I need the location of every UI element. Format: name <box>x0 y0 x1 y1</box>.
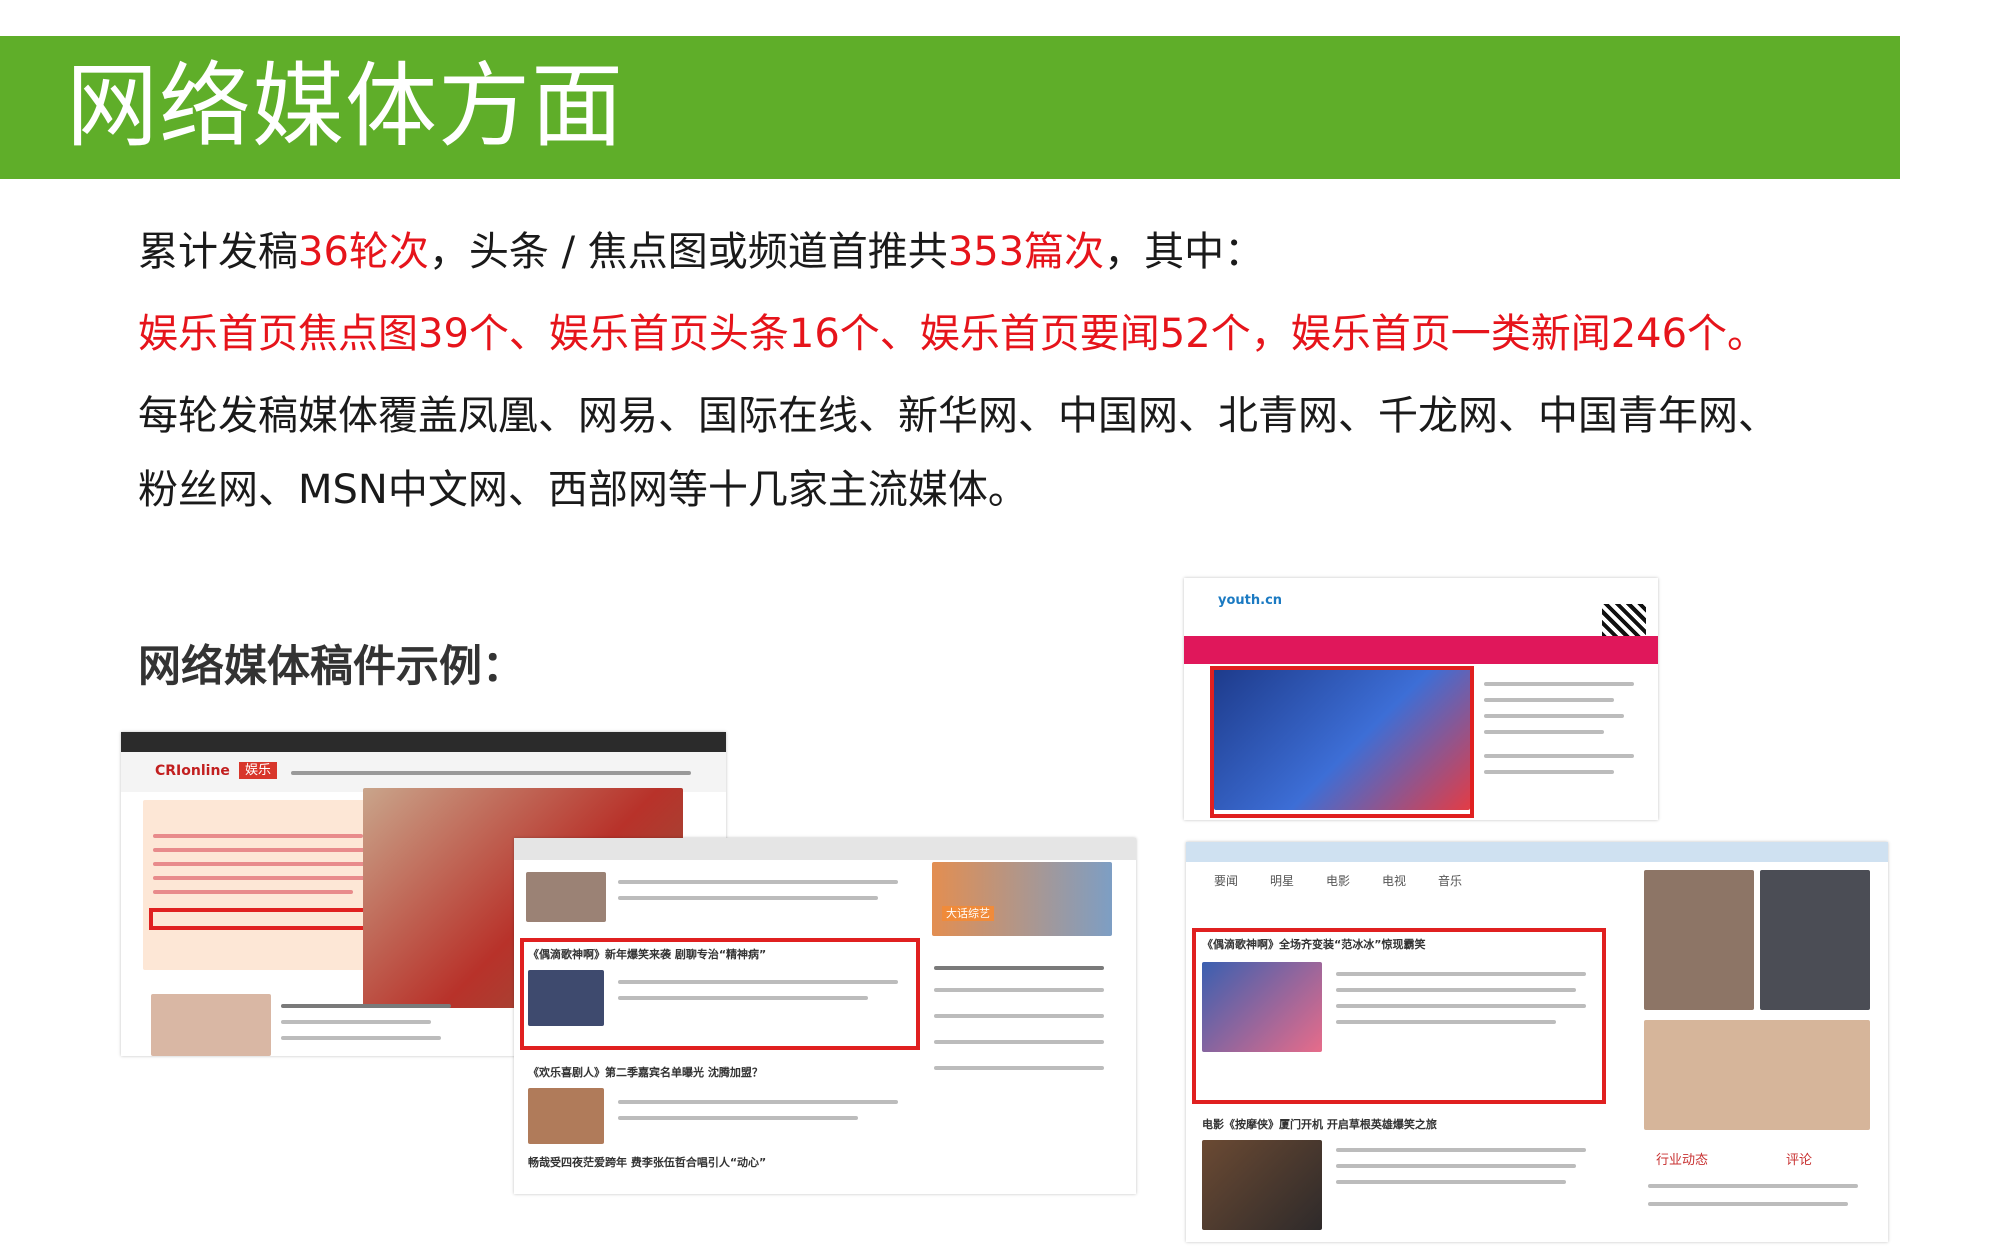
summary-line-2: 娱乐首页焦点图39个、娱乐首页头条16个、娱乐首页要闻52个，娱乐首页一类新闻2… <box>138 311 1768 357</box>
cri-top-nav <box>121 732 726 752</box>
example-screenshot-youth: youth.cn <box>1184 578 1658 820</box>
summary-line-4: 粉丝网、MSN中文网、西部网等十几家主流媒体。 <box>138 467 1028 513</box>
qq-tab-3: 电影 <box>1326 874 1351 888</box>
cri-tab: 娱乐 <box>239 762 278 779</box>
browser-tab-strip <box>1186 842 1888 862</box>
qq-sidebar-tab-2: 评论 <box>1786 1153 1813 1168</box>
cri-logo: CRIonline <box>155 763 230 779</box>
qq-sidebar-tab-1: 行业动态 <box>1656 1153 1709 1168</box>
example-screenshot-qq: 要闻 明星 电影 电视 音乐 《偶滴歌神啊》全场齐变装“范冰冰”惊现霸笑 电影《… <box>1186 842 1888 1242</box>
example-screenshot-163: 《偶滴歌神啊》新年爆笑来袭 剧聊专治“精神病” 《欢乐喜剧人》第二季嘉宾名单曝光… <box>514 838 1136 1194</box>
summary-line-3: 每轮发稿媒体覆盖凤凰、网易、国际在线、新华网、中国网、北青网、千龙网、中国青年网… <box>138 393 1778 439</box>
title-bar: 网络媒体方面 <box>0 36 1900 179</box>
summary-rounds: 36轮次 <box>298 229 429 275</box>
summary-line-1: 累计发稿36轮次，头条 / 焦点图或频道首推共353篇次，其中： <box>138 228 1264 276</box>
qq-tab-1: 要闻 <box>1214 874 1239 888</box>
page-title: 网络媒体方面 <box>66 53 625 160</box>
summary-suffix: ，其中： <box>1104 229 1265 275</box>
cri-header: CRIonline 娱乐 <box>121 752 726 792</box>
browser-tab-strip <box>514 838 1136 860</box>
examples-heading: 网络媒体稿件示例： <box>138 642 525 692</box>
qq-tab-2: 明星 <box>1270 874 1295 888</box>
163-headline-1: 《偶滴歌神啊》新年爆笑来袭 剧聊专治“精神病” <box>528 948 767 961</box>
youth-nav <box>1184 636 1658 664</box>
qq-headline-2: 电影《按摩侠》厦门开机 开启草根英雄爆笑之旅 <box>1202 1118 1437 1131</box>
summary-count: 353篇次 <box>947 229 1105 275</box>
qq-headline-1: 《偶滴歌神啊》全场齐变装“范冰冰”惊现霸笑 <box>1202 938 1426 951</box>
163-badge: 大话综艺 <box>942 906 994 921</box>
summary-middle: ，头条 / 焦点图或频道首推共 <box>428 229 948 275</box>
qq-tab-4: 电视 <box>1382 874 1407 888</box>
163-headline-2: 《欢乐喜剧人》第二季嘉宾名单曝光 沈腾加盟？ <box>528 1066 763 1079</box>
163-headline-3: 畅哉受四夜茫爱跨年 费李张伍哲合唱引人“动心” <box>528 1156 767 1169</box>
youth-logo: youth.cn <box>1218 593 1283 608</box>
qq-tab-5: 音乐 <box>1438 874 1463 888</box>
youth-highlight-box <box>1210 666 1474 818</box>
summary-prefix: 累计发稿 <box>138 229 298 275</box>
